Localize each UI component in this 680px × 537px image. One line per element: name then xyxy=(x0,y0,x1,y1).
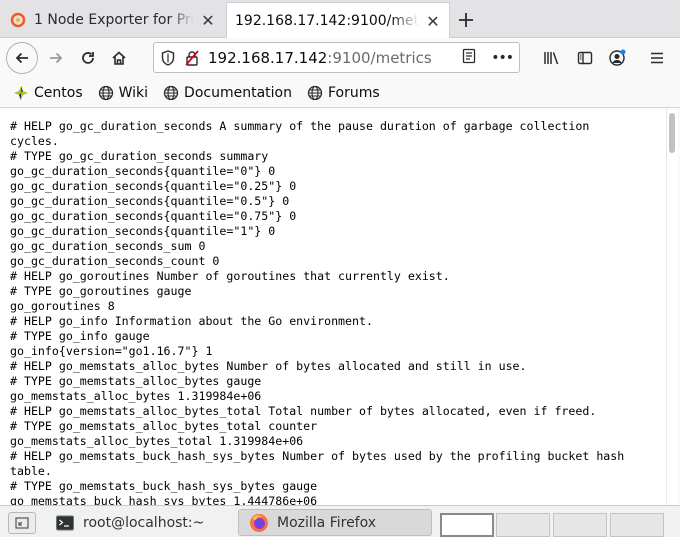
home-icon xyxy=(112,51,126,65)
metrics-line: go_memstats_alloc_bytes_total 1.319984e+… xyxy=(10,434,304,448)
page-content: # HELP go_gc_duration_seconds A summary … xyxy=(0,109,666,505)
url-path: :9100/metrics xyxy=(327,48,432,67)
hamburger-menu-icon xyxy=(651,52,663,64)
metrics-line: go_gc_duration_seconds{quantile="0.75"} … xyxy=(10,209,297,223)
globe-icon xyxy=(97,84,115,102)
taskbar: root@localhost:~ Mozilla Firefox xyxy=(0,505,680,537)
metrics-text: # HELP go_gc_duration_seconds A summary … xyxy=(0,109,666,505)
taskbar-firefox[interactable]: Mozilla Firefox xyxy=(238,509,432,536)
url-bar[interactable]: 192.168.17.142:9100/metrics ••• xyxy=(153,42,520,73)
metrics-line: # HELP go_memstats_buck_hash_sys_bytes N… xyxy=(10,449,625,463)
workspace-1[interactable] xyxy=(440,513,494,537)
bookmark-documentation[interactable]: Documentation xyxy=(162,84,292,102)
metrics-line: # HELP go_memstats_alloc_bytes Number of… xyxy=(10,359,527,373)
bookmark-label: Wiki xyxy=(118,84,149,101)
metrics-line: # TYPE go_memstats_buck_hash_sys_bytes g… xyxy=(10,479,318,493)
bookmark-wiki[interactable]: Wiki xyxy=(97,84,148,102)
metrics-line: go_info{version="go1.16.7"} 1 xyxy=(10,344,213,358)
metrics-line: go_memstats_alloc_bytes 1.319984e+06 xyxy=(10,389,262,403)
plus-icon xyxy=(459,13,473,27)
metrics-line: go_gc_duration_seconds{quantile="0.25"} … xyxy=(10,179,297,193)
metrics-line: go_gc_duration_seconds{quantile="0.5"} 0 xyxy=(10,194,290,208)
bookmark-forums[interactable]: Forums xyxy=(306,84,380,102)
metrics-line: go_memstats_buck_hash_sys_bytes 1.444786… xyxy=(10,494,318,505)
globe-icon xyxy=(162,84,180,102)
workspace-2[interactable] xyxy=(496,513,550,537)
metrics-line: # HELP go_memstats_alloc_bytes_total Tot… xyxy=(10,404,597,418)
bookmarks-toolbar: Centos Wiki Documentation Forums xyxy=(0,78,680,108)
tab-metrics[interactable]: 192.168.17.142:9100/metrics ✕ xyxy=(226,2,450,39)
library-button[interactable] xyxy=(536,42,568,74)
reload-icon xyxy=(82,52,94,64)
library-icon xyxy=(544,52,559,65)
metrics-line: # TYPE go_memstats_alloc_bytes gauge xyxy=(10,374,262,388)
page-actions-icon[interactable]: ••• xyxy=(491,50,514,66)
navigation-toolbar: 192.168.17.142:9100/metrics ••• xyxy=(0,38,680,78)
metrics-line: go_gc_duration_seconds_sum 0 xyxy=(10,239,206,253)
shield-icon[interactable] xyxy=(158,48,178,68)
metrics-line: table. xyxy=(10,464,52,478)
taskbar-label: root@localhost:~ xyxy=(83,514,205,531)
home-button[interactable] xyxy=(103,42,135,74)
tab-strip: 1 Node Exporter for Prometheus ✕ 192.168… xyxy=(0,0,680,39)
metrics-line: cycles. xyxy=(10,134,59,148)
grafana-icon xyxy=(10,12,26,28)
taskbar-terminal[interactable]: root@localhost:~ xyxy=(44,509,234,536)
metrics-line: go_gc_duration_seconds{quantile="0"} 0 xyxy=(10,164,276,178)
metrics-line: # HELP go_info Information about the Go … xyxy=(10,314,373,328)
close-tab-icon[interactable]: ✕ xyxy=(425,12,441,31)
metrics-line: go_goroutines 8 xyxy=(10,299,115,313)
show-desktop-button[interactable] xyxy=(8,512,36,534)
metrics-line: # TYPE go_info gauge xyxy=(10,329,150,343)
tab-title: 192.168.17.142:9100/metrics xyxy=(235,13,419,29)
insecure-lock-icon[interactable] xyxy=(182,48,202,68)
metrics-line: # TYPE go_gc_duration_seconds summary xyxy=(10,149,269,163)
metrics-line: # HELP go_gc_duration_seconds A summary … xyxy=(10,119,590,133)
reload-button[interactable] xyxy=(72,42,104,74)
forward-button[interactable] xyxy=(40,42,72,74)
workspace-3[interactable] xyxy=(553,513,607,537)
scrollbar-thumb[interactable] xyxy=(669,113,675,153)
url-text[interactable]: 192.168.17.142:9100/metrics xyxy=(208,49,432,67)
sidebar-icon xyxy=(577,51,593,65)
workspace-4[interactable] xyxy=(610,513,664,537)
bookmark-label: Centos xyxy=(34,84,83,101)
new-tab-button[interactable] xyxy=(452,6,480,34)
firefox-icon xyxy=(249,513,269,533)
globe-icon xyxy=(306,84,324,102)
menu-button[interactable] xyxy=(641,42,673,74)
account-button[interactable] xyxy=(601,42,633,74)
arrow-right-icon xyxy=(50,52,63,64)
arrow-left-icon xyxy=(15,52,28,64)
terminal-icon xyxy=(55,513,75,533)
sidebar-button[interactable] xyxy=(569,42,601,74)
metrics-line: go_gc_duration_seconds_count 0 xyxy=(10,254,220,268)
tab-title: 1 Node Exporter for Prometheus xyxy=(34,12,194,28)
desktop-icon xyxy=(15,517,29,529)
centos-icon xyxy=(12,84,30,102)
bookmark-centos[interactable]: Centos xyxy=(12,84,83,102)
back-button[interactable] xyxy=(6,42,38,74)
tab-node-exporter[interactable]: 1 Node Exporter for Prometheus ✕ xyxy=(2,2,224,38)
metrics-line: go_gc_duration_seconds{quantile="1"} 0 xyxy=(10,224,276,238)
metrics-line: # TYPE go_goroutines gauge xyxy=(10,284,192,298)
account-icon xyxy=(609,49,626,66)
close-tab-icon[interactable]: ✕ xyxy=(200,11,216,30)
bookmark-label: Forums xyxy=(327,84,380,101)
vertical-scrollbar[interactable] xyxy=(666,109,678,505)
taskbar-label: Mozilla Firefox xyxy=(277,514,377,531)
reader-view-icon[interactable] xyxy=(461,48,477,68)
metrics-line: # HELP go_goroutines Number of goroutine… xyxy=(10,269,450,283)
url-host: 192.168.17.142 xyxy=(208,48,328,67)
metrics-line: # TYPE go_memstats_alloc_bytes_total cou… xyxy=(10,419,318,433)
bookmark-label: Documentation xyxy=(184,84,292,101)
